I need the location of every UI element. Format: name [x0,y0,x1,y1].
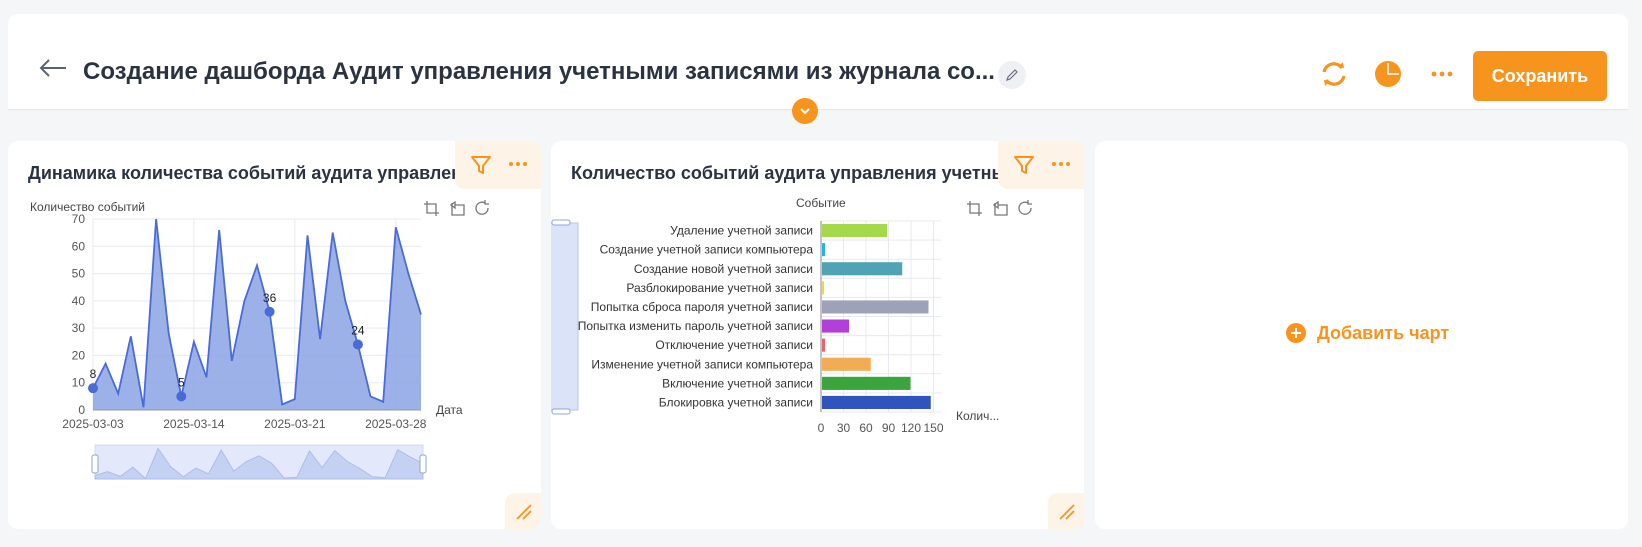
plus-circle-icon [1286,323,1306,343]
y-tick-label: 70 [72,212,86,226]
bar [822,395,931,409]
data-point [176,391,187,402]
bar [822,262,903,276]
save-button[interactable]: Сохранить [1473,51,1607,101]
restore-icon [1018,200,1032,215]
page-title: Создание дашборда Аудит управления учетн… [83,58,995,85]
bar [822,357,871,371]
dashboard-header: Создание дашборда Аудит управления учетн… [8,14,1628,110]
y-tick-label: 10 [72,376,86,390]
y-tick-label: 60 [72,239,86,253]
card-toolbar [998,141,1084,189]
bar [822,281,824,295]
bar-chart[interactable]: Событие 0 30 60 90 120 150 Удаление учетной зап… [551,196,1084,512]
x-tick-label: 150 [923,421,943,435]
more-icon[interactable] [1050,153,1072,180]
chart-card-dynamics: Динамика количества событий аудита управ… [8,141,541,529]
y-axis-label: Количество событий [30,200,145,214]
chart-title: Количество событий аудита управления уче… [571,163,1007,183]
y-tick-label: 30 [72,321,86,335]
y-tick-label: 0 [78,403,85,417]
zoom-handle-bottom [551,408,571,415]
area-chart[interactable]: Количество событий 0 10 20 30 40 50 60 70 2025-03… [8,200,541,512]
data-label: 36 [263,291,277,305]
pencil-icon[interactable] [998,61,1026,89]
data-label: 24 [351,324,365,338]
filter-icon[interactable] [469,153,493,182]
data-point [352,339,363,350]
resize-handle-icon[interactable] [505,493,541,529]
y-tick-label: 40 [72,294,86,308]
restore-icon [475,200,489,215]
chart-title: Динамика количества событий аудита управ… [28,163,463,183]
y-tick-label: 20 [72,348,86,362]
pie-icon[interactable] [1372,58,1404,90]
category-label: Включение учетной записи [662,376,813,390]
undo-icon [992,200,1008,216]
add-chart-button[interactable]: Добавить чарт [1285,322,1449,344]
data-label: 8 [90,367,97,381]
x-axis-label: Дата [436,403,463,417]
x-tick-label: 0 [818,421,825,435]
x-tick-label: 120 [901,421,921,435]
category-label: Изменение учетной записи компьютера [591,357,813,371]
category-label: Удаление учетной записи [670,224,813,238]
chevron-down-icon[interactable] [792,98,818,124]
x-tick-label: 2025-03-21 [264,417,326,431]
category-label: Разблокирование учетной записи [626,281,813,295]
x-axis-label: Колич... [956,409,999,423]
data-zoom-slider [551,222,579,411]
x-tick-label: 60 [859,421,873,435]
bar [822,224,888,238]
category-label: Попытка сброса пароля учетной записи [591,300,813,314]
category-label: Блокировка учетной записи [659,395,813,409]
add-chart-label: Добавить чарт [1317,322,1450,343]
bar [822,300,929,314]
card-toolbar [455,141,541,189]
zoom-handle-top [551,219,571,226]
x-tick-label: 90 [882,421,896,435]
data-point [264,306,275,317]
zoom-handle-right [419,454,427,474]
more-icon[interactable] [507,153,529,180]
resize-handle-icon[interactable] [1048,493,1084,529]
x-tick-label: 30 [837,421,851,435]
refresh-icon[interactable] [1318,58,1350,90]
filter-icon[interactable] [1012,153,1036,182]
bar [822,319,849,333]
category-label: Попытка изменить пароль учетной записи [578,319,813,333]
back-arrow-icon[interactable] [38,58,68,78]
x-tick-label: 2025-03-03 [62,417,124,431]
x-tick-label: 2025-03-28 [365,417,427,431]
undo-icon [449,200,465,216]
bar [822,243,825,257]
zoom-handle-left [91,454,99,474]
data-label: 5 [178,375,185,389]
category-label: Отключение учетной записи [655,338,813,352]
bar [822,338,825,352]
crop-icon [424,201,439,216]
x-tick-label: 2025-03-14 [163,417,225,431]
bar [822,376,911,390]
y-tick-label: 50 [72,267,86,281]
more-icon[interactable] [1426,58,1458,90]
category-label: Создание учетной записи компьютера [600,243,814,257]
crop-icon [967,201,982,216]
area-fill [93,219,421,410]
chart-card-counts: Количество событий аудита управления уче… [551,141,1084,529]
category-label: Создание новой учетной записи [634,262,813,276]
data-point [88,383,98,394]
y-axis-label: Событие [796,196,846,210]
